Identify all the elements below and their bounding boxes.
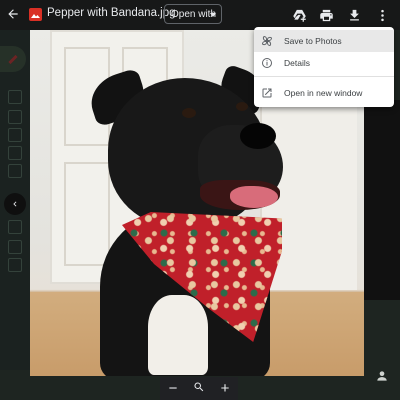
- rail-icon: [8, 128, 22, 142]
- rail-icon: [8, 240, 22, 254]
- dog-nose: [240, 123, 276, 149]
- door-panel: [64, 162, 110, 266]
- arrow-back-icon[interactable]: [2, 3, 24, 25]
- more-options-menu: Save to Photos Details Open in new windo…: [254, 27, 394, 107]
- menu-item-label: Details: [284, 58, 310, 68]
- menu-item-label: Save to Photos: [284, 36, 342, 46]
- download-icon[interactable]: [344, 5, 364, 25]
- compose-icon: [0, 46, 26, 72]
- menu-item-details[interactable]: Details: [254, 52, 394, 74]
- photos-icon: [261, 35, 273, 47]
- info-icon: [261, 57, 273, 69]
- rail-icon: [8, 146, 22, 160]
- zoom-in-button[interactable]: +: [216, 381, 234, 396]
- chevron-left-icon: [13, 201, 17, 207]
- more-vert-icon[interactable]: [372, 5, 392, 25]
- caret-down-icon: [210, 13, 216, 17]
- rail-icon: [8, 258, 22, 272]
- dog-tongue: [230, 186, 278, 208]
- dog-chest: [148, 295, 208, 375]
- print-icon[interactable]: [316, 5, 336, 25]
- menu-divider: [254, 76, 394, 77]
- file-title: Pepper with Bandana.jpg: [47, 7, 176, 19]
- menu-item-save-to-photos[interactable]: Save to Photos: [254, 30, 394, 52]
- zoom-icon[interactable]: [190, 381, 208, 396]
- open-with-button[interactable]: Open with: [164, 4, 222, 24]
- menu-item-label: Open in new window: [284, 88, 363, 98]
- menu-item-open-in-new-window[interactable]: Open in new window: [254, 82, 394, 104]
- rail-icon: [8, 164, 22, 178]
- previous-file-button[interactable]: [4, 193, 26, 215]
- account-icon: [375, 369, 391, 385]
- dog-eye-right: [236, 102, 248, 111]
- add-to-drive-icon[interactable]: [289, 5, 309, 25]
- image-file-icon: [29, 8, 42, 21]
- dog-eye-left: [182, 108, 196, 118]
- rail-icon: [8, 90, 22, 104]
- zoom-out-button[interactable]: −: [164, 381, 182, 396]
- rail-icon: [8, 220, 22, 234]
- open-in-new-icon: [261, 87, 273, 99]
- rail-icon: [8, 110, 22, 124]
- background-right-pane: [364, 100, 400, 300]
- zoom-controls: − +: [160, 377, 238, 400]
- viewer-toolbar: Pepper with Bandana.jpg Open with: [0, 0, 400, 30]
